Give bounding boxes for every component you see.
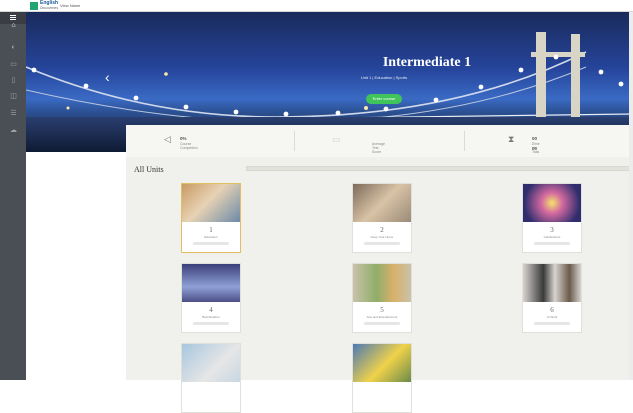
unit-card[interactable]: 1 Education (181, 183, 241, 253)
unit-progress-bar (534, 242, 570, 245)
unit-thumbnail (182, 344, 240, 382)
unit-thumbnail (182, 264, 240, 302)
cloud-icon[interactable]: ☁ (10, 127, 17, 134)
unit-card[interactable] (181, 343, 241, 413)
unit-card[interactable]: 3 Celebrations (522, 183, 582, 253)
unit-card[interactable]: 5 Arts and Entertainment (352, 263, 412, 333)
units-progress-bar (246, 166, 631, 171)
unit-name: Keep Your Home (370, 235, 394, 239)
stat-divider (294, 131, 295, 151)
list-icon[interactable]: ☰ (10, 110, 17, 117)
page-scrollbar[interactable] (629, 12, 633, 380)
unit-number: 5 (380, 306, 384, 314)
unit-card[interactable] (352, 343, 412, 413)
users-icon[interactable]: ◐ (10, 44, 17, 51)
course-subtitle: Unit 1 | Education | Sports (360, 75, 408, 80)
unit-card[interactable]: 6 At Work (522, 263, 582, 333)
unit-thumbnail (353, 264, 411, 302)
unit-number: 1 (209, 226, 213, 234)
unit-thumbnail (523, 184, 581, 222)
course-title: Intermediate 1 (382, 55, 472, 70)
unit-card[interactable]: 2 Keep Your Home (352, 183, 412, 253)
stat-label: Time on Task (532, 142, 540, 154)
unit-progress-bar (193, 242, 229, 245)
certificate-icon: ▭ (332, 134, 341, 144)
unit-name: Arts and Entertainment (366, 315, 398, 319)
app-logo[interactable] (30, 2, 38, 10)
view-name[interactable]: View Name (60, 3, 80, 8)
unit-progress-bar (534, 322, 570, 325)
unit-name: Education (204, 235, 218, 239)
unit-number: 6 (550, 306, 554, 314)
enter-course-button[interactable]: Enter course (366, 94, 402, 104)
chart-icon[interactable]: ◫ (10, 93, 17, 100)
stat-label: Course Completion (180, 142, 198, 150)
unit-thumbnail (353, 344, 411, 382)
brand-subtitle: Discoveries (40, 6, 59, 10)
monitor-icon[interactable]: ▭ (10, 61, 17, 68)
unit-name: Bad Weather (202, 315, 220, 319)
unit-progress-bar (364, 242, 400, 245)
unit-thumbnail (182, 184, 240, 222)
document-icon[interactable]: ▯ (10, 77, 17, 84)
units-section: All Units 1 Education 2 Keep Your Home 3… (126, 157, 633, 413)
unit-name: Celebrations (543, 235, 561, 239)
stat-value: 0% (180, 136, 187, 141)
unit-number: 4 (209, 306, 213, 314)
megaphone-icon: ◁ (164, 134, 171, 144)
unit-name: At Work (546, 315, 558, 319)
menu-icon[interactable] (10, 15, 16, 20)
unit-number: 3 (550, 226, 554, 234)
units-heading: All Units (134, 165, 164, 174)
course-title-wrap: Intermediate 1 (26, 55, 633, 71)
unit-card[interactable]: 4 Bad Weather (181, 263, 241, 333)
unit-progress-bar (364, 322, 400, 325)
hourglass-icon: ⧗ (508, 134, 515, 144)
unit-thumbnail (523, 264, 581, 302)
home-icon[interactable]: ⌂ (10, 22, 17, 29)
stat-divider (464, 131, 465, 151)
stat-label: Average Test Score (372, 142, 385, 154)
unit-number: 2 (380, 226, 384, 234)
left-rail: ⌂ ◐ ▭ ▯ ◫ ☰ ☁ (0, 12, 26, 380)
top-bar: English Discoveries View Name (0, 0, 633, 12)
unit-progress-bar (193, 322, 229, 325)
course-stats-bar: ◁ 0% Course Completion ▭ Average Test Sc… (126, 125, 633, 158)
unit-thumbnail (353, 184, 411, 222)
chevron-left-icon[interactable]: ‹ (105, 70, 110, 84)
